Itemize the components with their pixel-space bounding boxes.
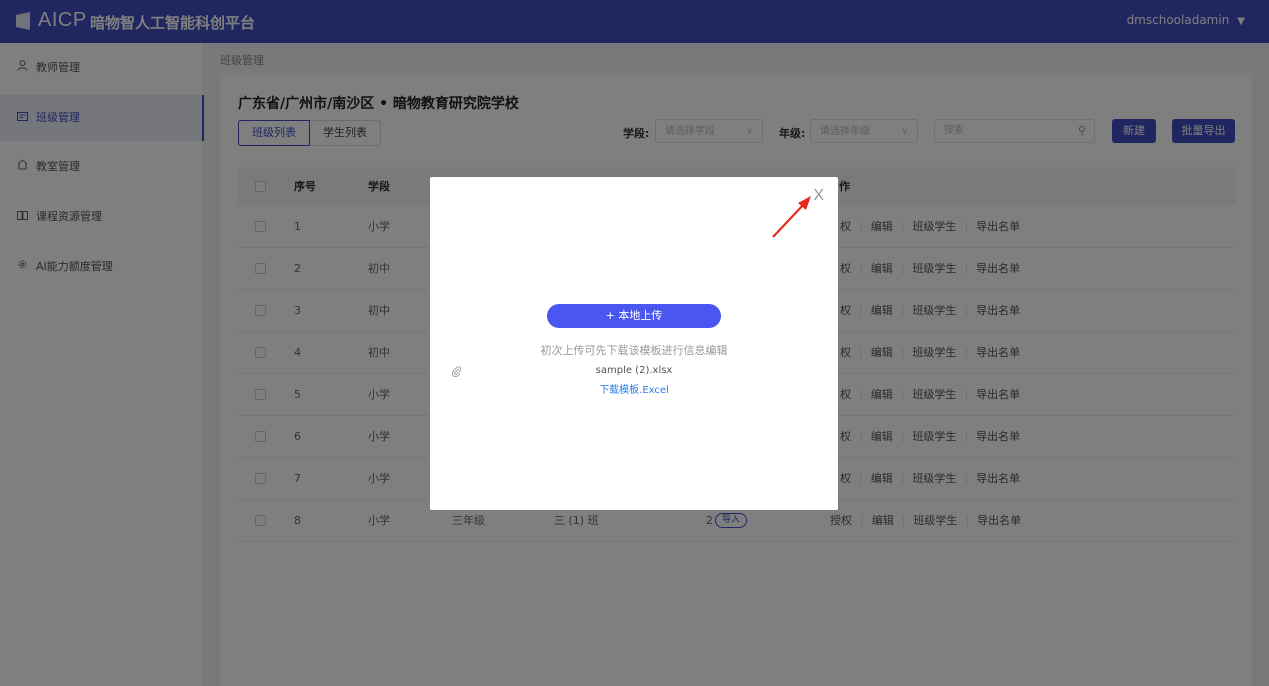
local-upload-button[interactable]: + 本地上传 [547,304,721,328]
upload-hint: 初次上传可先下载该模板进行信息编辑 [540,344,728,357]
uploaded-file-name[interactable]: sample (2).xlsx [430,365,838,376]
download-template-link[interactable]: 下载模板.Excel [430,381,838,396]
annotation-arrow-icon [772,196,811,238]
